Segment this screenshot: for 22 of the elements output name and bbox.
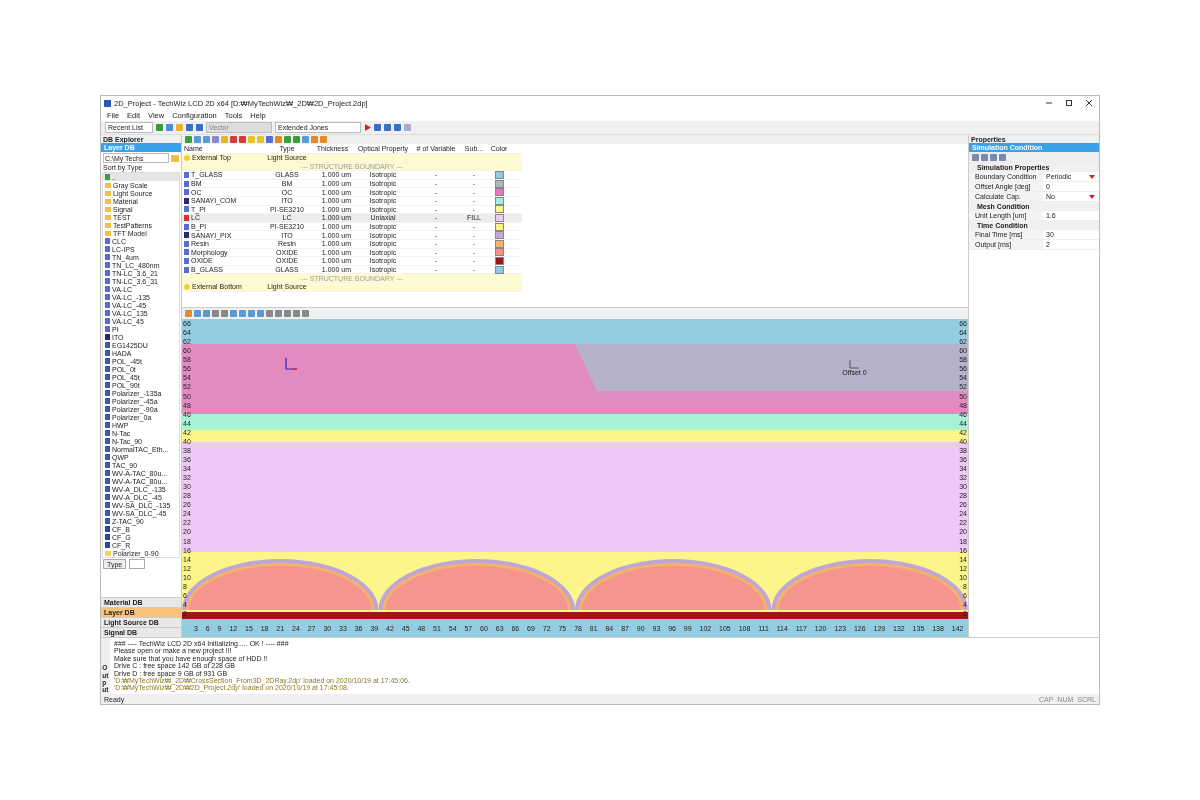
app-logo-icon [104, 99, 111, 107]
axes-icon [284, 357, 299, 371]
color-swatch[interactable] [494, 179, 504, 188]
color-swatch[interactable] [494, 248, 504, 257]
color-swatch[interactable] [494, 239, 504, 248]
axes-icon [848, 359, 861, 369]
dropdown-arrow-icon[interactable] [1089, 194, 1095, 199]
color-swatch[interactable] [494, 265, 504, 274]
light-source-icon [184, 283, 190, 290]
color-swatch[interactable] [494, 256, 504, 265]
run-icon[interactable] [364, 124, 371, 131]
color-swatch[interactable] [494, 231, 504, 240]
color-swatch[interactable] [494, 205, 504, 214]
color-swatch[interactable] [494, 222, 504, 231]
type-field[interactable] [129, 559, 146, 569]
color-swatch[interactable] [494, 171, 504, 179]
color-swatch[interactable] [494, 196, 504, 205]
light-source-icon [184, 154, 190, 161]
folder-icon[interactable] [171, 154, 179, 162]
dropdown-arrow-icon[interactable] [1089, 174, 1095, 179]
color-swatch[interactable] [494, 188, 504, 197]
color-swatch[interactable] [494, 213, 504, 222]
